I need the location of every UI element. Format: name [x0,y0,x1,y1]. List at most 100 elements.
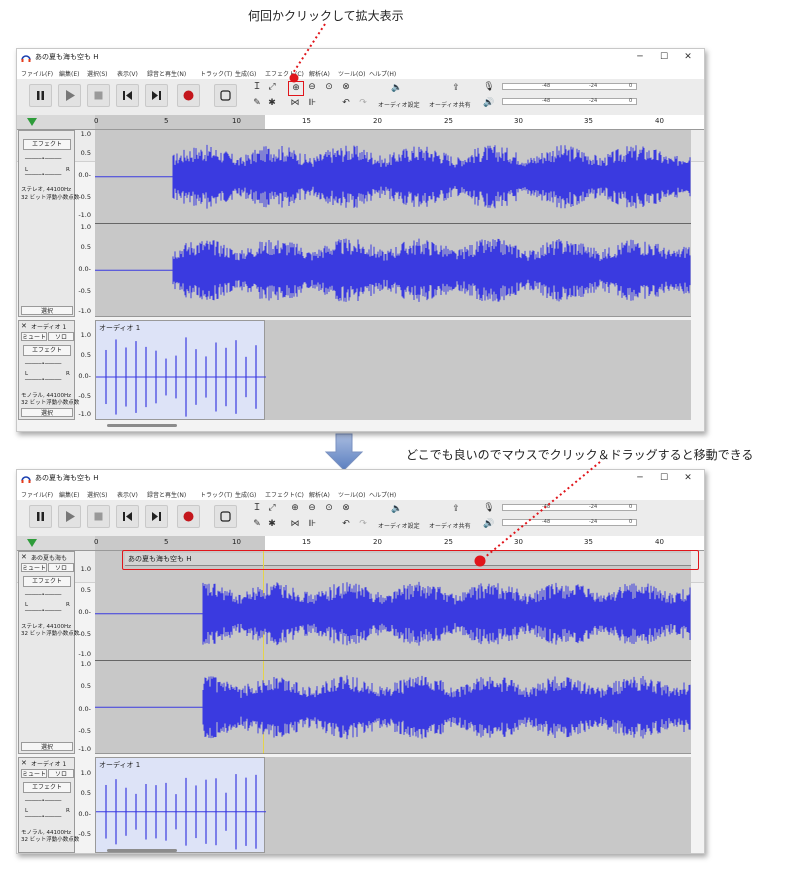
pan-slider[interactable]: ─────•───── [25,377,61,383]
horizontal-scrollbar[interactable] [107,424,177,427]
selection-tool-icon[interactable]: Ｉ [250,81,264,94]
menu-tools[interactable]: ツール(O) [338,69,365,78]
maximize-button[interactable]: ☐ [653,51,675,64]
close-button[interactable]: ✕ [677,51,699,64]
silence-icon[interactable]: ⊪ [305,97,319,110]
maximize-button[interactable]: ☐ [653,472,675,485]
share-icon[interactable]: ⇪ [449,503,463,516]
playback-meter[interactable] [502,98,637,105]
gain-slider[interactable]: ─────•───── [25,361,61,367]
menu-analyze[interactable]: 解析(A) [309,69,330,78]
record-button[interactable] [177,84,200,107]
redo-icon[interactable]: ↷ [356,97,370,110]
menu-analyze[interactable]: 解析(A) [309,490,330,499]
record-meter[interactable] [502,83,637,90]
skip-start-button[interactable] [116,84,139,107]
menu-view[interactable]: 表示(V) [117,490,138,499]
menu-file[interactable]: ファイル(F) [21,490,53,499]
menu-help[interactable]: ヘルプ(H) [369,69,396,78]
menu-help[interactable]: ヘルプ(H) [369,490,396,499]
track-close-icon[interactable]: ✕ [21,759,27,767]
waveform-stereo[interactable] [95,130,691,317]
zoom-out-icon[interactable]: ⊖ [305,81,319,94]
playback-meter[interactable] [502,519,637,526]
waveform-mono-lane[interactable]: オーディオ 1 [95,320,691,420]
effect-button[interactable]: エフェクト [23,576,71,587]
share-audio-label[interactable]: オーディオ共有 [429,521,471,530]
clip-mono[interactable]: オーディオ 1 [95,757,266,853]
menu-tracks[interactable]: トラック(T) [200,490,232,499]
pause-button[interactable] [29,505,52,528]
effect-button[interactable]: エフェクト [23,345,71,356]
redo-icon[interactable]: ↷ [356,518,370,531]
play-head-icon[interactable] [27,118,37,126]
zoom-in-icon[interactable]: ⊕ [288,502,302,515]
mic-icon[interactable]: 🎙 [482,502,496,515]
menu-transport[interactable]: 録音と再生(N) [147,69,186,78]
skip-end-button[interactable] [145,505,168,528]
pan-slider[interactable]: ─────•───── [25,608,61,614]
undo-icon[interactable]: ↶ [339,518,353,531]
trim-icon[interactable]: ⋈ [288,518,302,531]
minimize-button[interactable]: ─ [629,472,651,485]
timeline-ruler[interactable]: 0 5 10 15 20 25 30 35 40 [17,536,704,551]
zoom-sel-icon[interactable]: ⊙ [322,502,336,515]
menu-edit[interactable]: 編集(E) [59,490,79,499]
minimize-button[interactable]: ─ [629,51,651,64]
undo-icon[interactable]: ↶ [339,97,353,110]
stop-button[interactable] [87,505,110,528]
stop-button[interactable] [87,84,110,107]
waveform-mono-lane[interactable]: オーディオ 1 [95,757,691,853]
share-audio-label[interactable]: オーディオ共有 [429,100,471,109]
share-icon[interactable]: ⇪ [449,82,463,95]
track-name[interactable]: オーディオ 1 [31,322,66,331]
zoom-out-icon[interactable]: ⊖ [305,502,319,515]
audio-setup-label[interactable]: オーディオ設定 [378,100,420,109]
mic-icon[interactable]: 🎙 [482,81,496,94]
audio-setup-label[interactable]: オーディオ設定 [378,521,420,530]
mute-button[interactable]: ミュート [21,769,47,778]
solo-button[interactable]: ソロ [48,332,74,341]
track-close-icon[interactable]: ✕ [21,553,27,561]
skip-end-button[interactable] [145,84,168,107]
menu-select[interactable]: 選択(S) [87,490,108,499]
envelope-tool-icon[interactable]: ⤢ [265,81,279,94]
select-button[interactable]: 選択 [21,742,73,751]
clip-mono[interactable]: オーディオ 1 [95,320,266,420]
zoom-fit-icon[interactable]: ⊗ [339,502,353,515]
close-button[interactable]: ✕ [677,472,699,485]
gain-slider[interactable]: ─────•───── [25,798,61,804]
loop-button[interactable] [214,505,237,528]
skip-start-button[interactable] [116,505,139,528]
selection-tool-icon[interactable]: Ｉ [250,502,264,515]
envelope-tool-icon[interactable]: ⤢ [265,502,279,515]
draw-tool-icon[interactable]: ✎ [250,97,264,110]
menu-generate[interactable]: 生成(G) [235,69,256,78]
select-button[interactable]: 選択 [21,306,73,315]
effect-button[interactable]: エフェクト [23,782,71,793]
mute-button[interactable]: ミュート [21,563,47,572]
menu-transport[interactable]: 録音と再生(N) [147,490,186,499]
horizontal-scrollbar[interactable] [107,849,177,852]
record-meter[interactable] [502,504,637,511]
zoom-fit-icon[interactable]: ⊗ [339,81,353,94]
play-head-icon[interactable] [27,539,37,547]
solo-button[interactable]: ソロ [48,769,74,778]
zoom-in-icon[interactable]: ⊕ [288,81,304,96]
trim-icon[interactable]: ⋈ [288,97,302,110]
track-close-icon[interactable]: ✕ [21,322,27,330]
menu-select[interactable]: 選択(S) [87,69,108,78]
playback-meter-icon[interactable]: 🔊 [482,518,496,531]
menu-file[interactable]: ファイル(F) [21,69,53,78]
gain-slider[interactable]: ─────•───── [25,156,61,162]
effect-button[interactable]: エフェクト [23,139,71,150]
pan-slider[interactable]: ─────•───── [25,172,61,178]
multi-tool-icon[interactable]: ✱ [265,97,279,110]
menu-edit[interactable]: 編集(E) [59,69,79,78]
menu-effect[interactable]: エフェクト(C) [265,490,304,499]
play-button[interactable] [58,505,81,528]
silence-icon[interactable]: ⊪ [305,518,319,531]
draw-tool-icon[interactable]: ✎ [250,518,264,531]
select-button[interactable]: 選択 [21,408,73,417]
menu-generate[interactable]: 生成(G) [235,490,256,499]
